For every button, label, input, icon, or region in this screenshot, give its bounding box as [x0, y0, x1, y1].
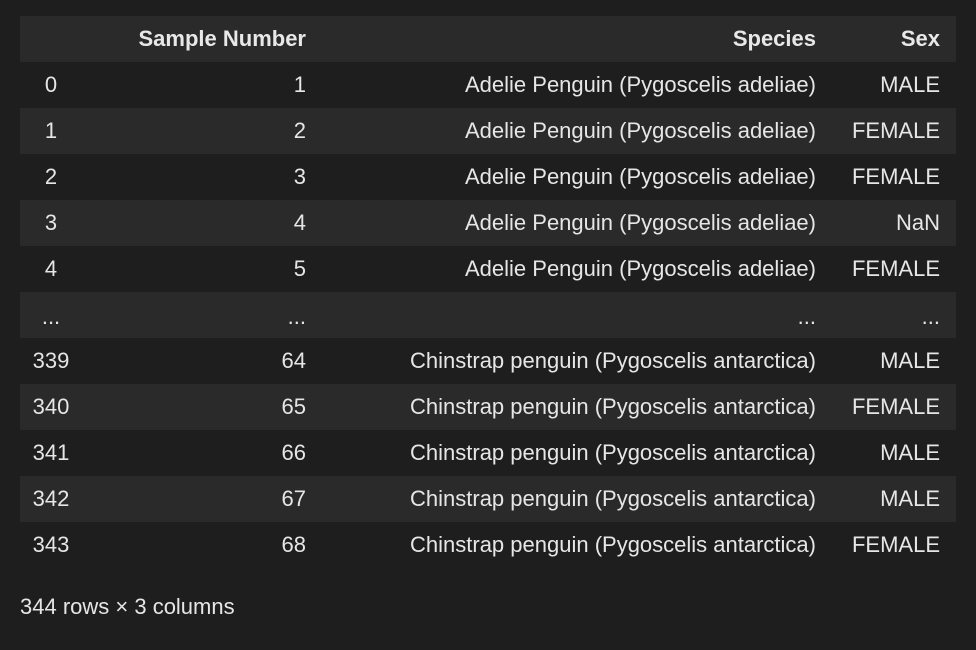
sample-number-cell: 64: [281, 348, 306, 373]
sex-cell: MALE: [880, 72, 940, 97]
sample-number-cell: 65: [281, 394, 306, 419]
sex-cell: FEMALE: [851, 394, 940, 419]
table-row: 0 1 Adelie Penguin (Pygoscelis adeliae) …: [20, 62, 956, 108]
row-index: 343: [32, 532, 70, 557]
header-row: Sample Number Species Sex: [20, 16, 956, 62]
species-cell: Chinstrap penguin (Pygoscelis antarctica…: [410, 486, 816, 511]
sample-number-cell: 4: [293, 210, 306, 235]
species-cell: Adelie Penguin (Pygoscelis adeliae): [465, 118, 816, 143]
species-cell: Chinstrap penguin (Pygoscelis antarctica…: [410, 394, 816, 419]
species-cell: ...: [797, 304, 816, 329]
table-row: 2 3 Adelie Penguin (Pygoscelis adeliae) …: [20, 154, 956, 200]
row-index: 3: [44, 210, 58, 235]
row-index: 1: [44, 118, 58, 143]
row-index: 340: [32, 394, 70, 419]
sample-number-cell: 3: [293, 164, 306, 189]
table-row: 342 67 Chinstrap penguin (Pygoscelis ant…: [20, 476, 956, 522]
table-body: 0 1 Adelie Penguin (Pygoscelis adeliae) …: [20, 62, 956, 568]
table-header: Sample Number Species Sex: [20, 16, 956, 62]
row-index: 2: [44, 164, 58, 189]
species-cell: Chinstrap penguin (Pygoscelis antarctica…: [410, 440, 816, 465]
table-row: 339 64 Chinstrap penguin (Pygoscelis ant…: [20, 338, 956, 384]
table-row: 341 66 Chinstrap penguin (Pygoscelis ant…: [20, 430, 956, 476]
sex-cell: MALE: [880, 486, 940, 511]
sex-cell: MALE: [880, 440, 940, 465]
row-index: 0: [44, 72, 58, 97]
sample-number-cell: 66: [281, 440, 306, 465]
table-row: 340 65 Chinstrap penguin (Pygoscelis ant…: [20, 384, 956, 430]
sex-cell: NaN: [895, 210, 940, 235]
sex-cell: FEMALE: [851, 256, 940, 281]
sample-number-cell: 1: [293, 72, 306, 97]
column-header-sex: Sex: [900, 26, 940, 51]
row-index: 341: [32, 440, 70, 465]
row-index: 339: [32, 348, 70, 373]
species-cell: Chinstrap penguin (Pygoscelis antarctica…: [410, 532, 816, 557]
sex-cell: MALE: [880, 348, 940, 373]
sex-cell: FEMALE: [851, 532, 940, 557]
sample-number-cell: 5: [293, 256, 306, 281]
index-header: [20, 16, 96, 62]
sample-number-cell: 67: [281, 486, 306, 511]
species-cell: Adelie Penguin (Pygoscelis adeliae): [465, 72, 816, 97]
table-row: 3 4 Adelie Penguin (Pygoscelis adeliae) …: [20, 200, 956, 246]
species-cell: Adelie Penguin (Pygoscelis adeliae): [465, 210, 816, 235]
sex-cell: ...: [921, 304, 940, 329]
dataframe-table: Sample Number Species Sex 0 1 Adelie Pen…: [20, 16, 956, 568]
column-header-sample-number: Sample Number: [138, 26, 307, 51]
table-row: 1 2 Adelie Penguin (Pygoscelis adeliae) …: [20, 108, 956, 154]
dataframe-shape-summary: 344 rows × 3 columns: [20, 594, 235, 619]
sample-number-cell: 68: [281, 532, 306, 557]
sample-number-cell: 2: [293, 118, 306, 143]
ellipsis-row: ... ... ... ...: [20, 292, 956, 338]
table-row: 4 5 Adelie Penguin (Pygoscelis adeliae) …: [20, 246, 956, 292]
column-header-species: Species: [732, 26, 816, 51]
row-index: 4: [44, 256, 58, 281]
sample-number-cell: ...: [287, 304, 306, 329]
species-cell: Adelie Penguin (Pygoscelis adeliae): [465, 256, 816, 281]
sex-cell: FEMALE: [851, 164, 940, 189]
row-index: 342: [32, 486, 70, 511]
species-cell: Chinstrap penguin (Pygoscelis antarctica…: [410, 348, 816, 373]
species-cell: Adelie Penguin (Pygoscelis adeliae): [465, 164, 816, 189]
sex-cell: FEMALE: [851, 118, 940, 143]
table-row: 343 68 Chinstrap penguin (Pygoscelis ant…: [20, 522, 956, 568]
row-index: ...: [41, 304, 61, 329]
